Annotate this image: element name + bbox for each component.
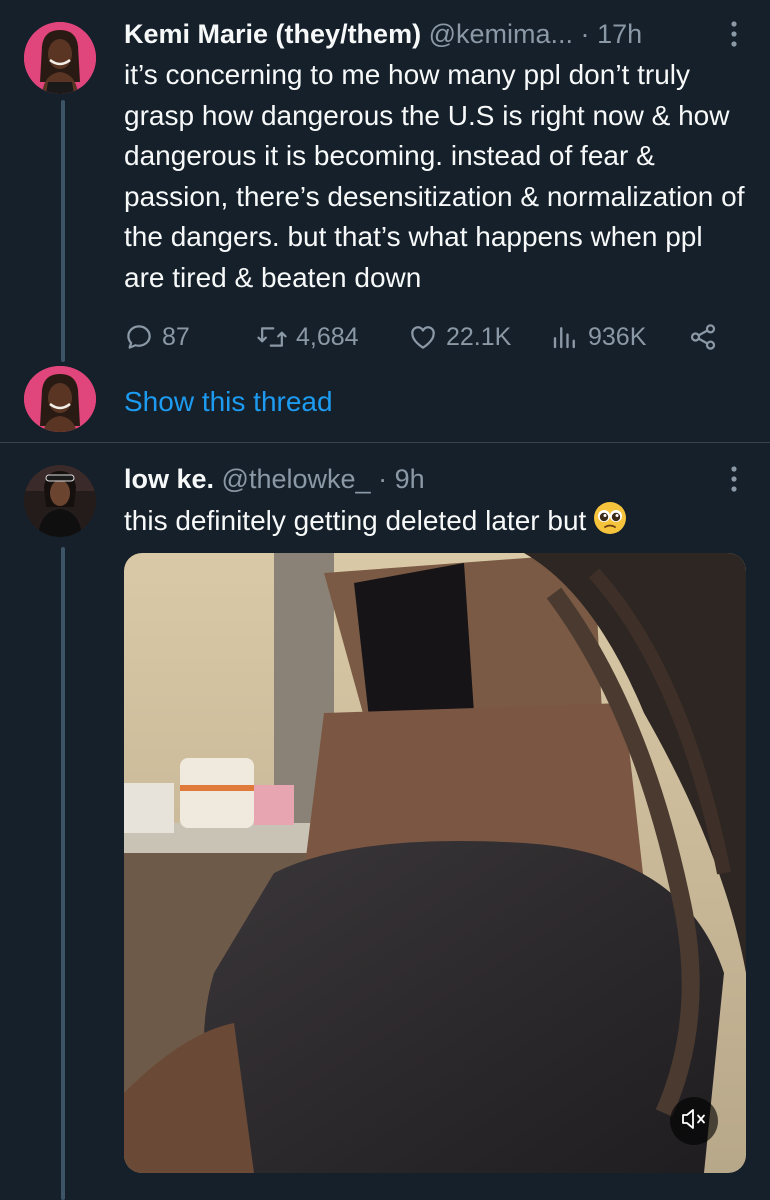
retweet-icon bbox=[256, 322, 288, 352]
thread-connector bbox=[61, 547, 65, 1200]
show-thread-link[interactable]: Show this thread bbox=[124, 382, 333, 422]
thread-avatar[interactable] bbox=[24, 366, 96, 432]
video-media[interactable] bbox=[124, 553, 746, 1173]
share-button[interactable] bbox=[688, 315, 718, 359]
separator-dot: · bbox=[378, 464, 388, 494]
reply-button[interactable]: 87 bbox=[124, 315, 190, 359]
pleading-face-emoji bbox=[592, 500, 628, 548]
avatar[interactable] bbox=[24, 465, 96, 537]
avatar[interactable] bbox=[24, 22, 96, 94]
more-icon[interactable] bbox=[722, 461, 746, 497]
timestamp[interactable]: 9h bbox=[395, 464, 425, 494]
tweet-actions: 87 4,684 22.1K 936K bbox=[124, 315, 724, 359]
like-icon bbox=[408, 322, 438, 352]
more-icon[interactable] bbox=[722, 16, 746, 52]
reply-count: 87 bbox=[162, 322, 190, 351]
tweet-text-content: this definitely getting deleted later bu… bbox=[124, 505, 587, 536]
views-count: 936K bbox=[588, 322, 647, 351]
reply-icon bbox=[124, 322, 154, 352]
views-button[interactable]: 936K bbox=[550, 315, 646, 359]
timestamp[interactable]: 17h bbox=[597, 19, 642, 49]
tweet-text: this definitely getting deleted later bu… bbox=[124, 500, 746, 548]
mute-button[interactable] bbox=[670, 1097, 718, 1145]
display-name[interactable]: Kemi Marie (they/them) bbox=[124, 19, 421, 49]
username[interactable]: @thelowke_ bbox=[222, 464, 371, 494]
like-button[interactable]: 22.1K bbox=[408, 315, 511, 359]
tweet-text: it’s concerning to me how many ppl don’t… bbox=[124, 59, 745, 293]
tweet-header: low ke. @thelowke_ · 9h bbox=[124, 461, 746, 497]
thread-connector bbox=[61, 100, 65, 362]
like-count: 22.1K bbox=[446, 322, 512, 351]
retweet-count: 4,684 bbox=[296, 322, 359, 351]
video-frame bbox=[124, 553, 746, 1173]
tweet-header: Kemi Marie (they/them) @kemima... · 17h bbox=[124, 16, 746, 52]
retweet-button[interactable]: 4,684 bbox=[256, 315, 359, 359]
separator-dot: · bbox=[580, 19, 590, 49]
username[interactable]: @kemima... bbox=[429, 19, 573, 49]
share-icon bbox=[688, 322, 718, 352]
views-icon bbox=[550, 322, 580, 352]
tweet[interactable]: low ke. @thelowke_ · 9h this definitely … bbox=[0, 443, 770, 1200]
display-name[interactable]: low ke. bbox=[124, 464, 214, 494]
mute-icon bbox=[681, 1108, 707, 1135]
tweet[interactable]: Kemi Marie (they/them) @kemima... · 17h … bbox=[0, 0, 770, 442]
